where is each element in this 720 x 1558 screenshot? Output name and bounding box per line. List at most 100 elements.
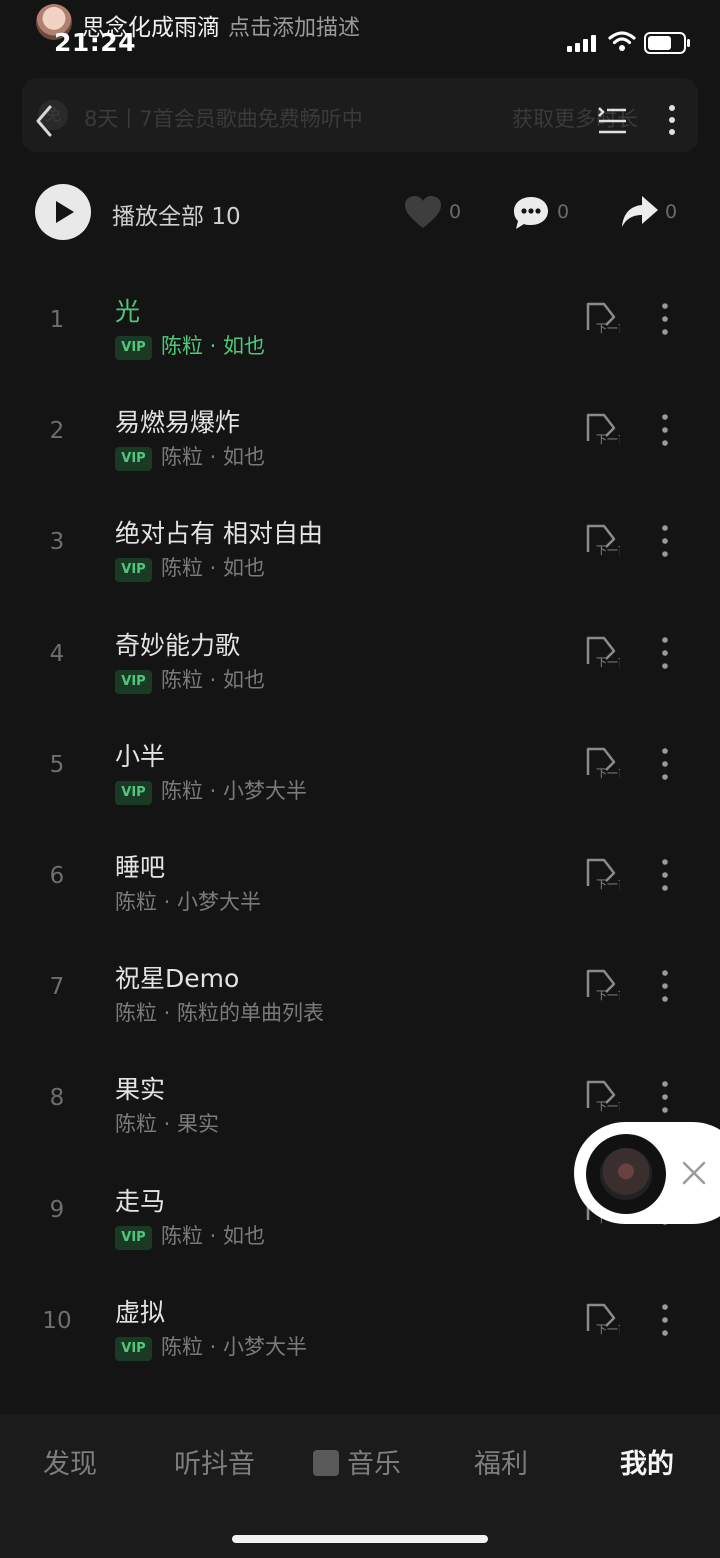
signal-icon bbox=[567, 35, 596, 52]
comment-count: 0 bbox=[557, 201, 570, 223]
tab-music[interactable]: 音乐 bbox=[313, 1442, 401, 1481]
song-row[interactable]: 3 绝对占有 相对自由 VIP 陈粒 · 如也 下一首 bbox=[0, 494, 720, 605]
song-more-icon[interactable] bbox=[660, 969, 670, 1007]
tab-listen-douyin[interactable]: 听抖音 bbox=[174, 1442, 255, 1481]
song-title: 易燃易爆炸 bbox=[115, 408, 241, 438]
song-index: 2 bbox=[49, 418, 65, 445]
svg-text:下一首: 下一首 bbox=[596, 1322, 620, 1335]
song-title: 小半 bbox=[115, 741, 166, 771]
song-row[interactable]: 4 奇妙能力歌 VIP 陈粒 · 如也 下一首 bbox=[0, 606, 720, 717]
vip-badge: VIP bbox=[115, 336, 152, 360]
song-artist-album: 陈粒 · 如也 bbox=[161, 667, 266, 692]
song-artist-album: 陈粒 · 小梦大半 bbox=[161, 1334, 308, 1359]
song-more-icon[interactable] bbox=[660, 524, 670, 562]
song-artist-album: 陈粒 · 如也 bbox=[161, 556, 266, 581]
song-title: 奇妙能力歌 bbox=[115, 630, 241, 660]
play-all-label[interactable]: 播放全部 10 bbox=[112, 197, 241, 231]
song-index: 9 bbox=[49, 1196, 65, 1223]
play-all-button[interactable] bbox=[35, 184, 91, 240]
vip-badge: VIP bbox=[115, 780, 152, 805]
song-artist-album: 陈粒 · 如也 bbox=[161, 1223, 266, 1248]
more-vertical-icon[interactable] bbox=[662, 104, 682, 136]
song-title: 光 bbox=[115, 297, 141, 326]
play-next-icon[interactable]: 下一首 bbox=[584, 411, 629, 449]
song-more-icon[interactable] bbox=[660, 302, 670, 340]
comment-icon[interactable] bbox=[512, 195, 550, 231]
play-next-icon[interactable]: 下一首 bbox=[584, 745, 629, 783]
song-index: 7 bbox=[49, 974, 65, 1001]
song-row[interactable]: 1 光 VIP 陈粒 · 如也 下一首 bbox=[0, 272, 720, 383]
song-artist-album: 陈粒 · 陈粒的单曲列表 bbox=[115, 1001, 325, 1026]
song-title: 走马 bbox=[115, 1186, 166, 1216]
song-row[interactable]: 5 小半 VIP 陈粒 · 小梦大半 下一首 bbox=[0, 717, 720, 828]
song-more-icon[interactable] bbox=[660, 1303, 670, 1341]
song-more-icon[interactable] bbox=[660, 1080, 670, 1118]
song-row[interactable]: 7 祝星Demo 陈粒 · 陈粒的单曲列表 下一首 bbox=[0, 939, 720, 1050]
svg-text:下一首: 下一首 bbox=[596, 877, 620, 890]
song-index: 4 bbox=[49, 640, 65, 667]
status-time: 21:24 bbox=[54, 28, 137, 57]
song-index: 8 bbox=[49, 1085, 65, 1112]
song-row[interactable]: 2 易燃易爆炸 VIP 陈粒 · 如也 下一首 bbox=[0, 383, 720, 494]
song-subtitle: 陈粒 · 小梦大半 bbox=[115, 886, 261, 914]
play-next-icon[interactable]: 下一首 bbox=[584, 856, 629, 894]
wifi-icon bbox=[608, 31, 636, 51]
play-next-icon[interactable]: 下一首 bbox=[584, 1301, 629, 1339]
svg-text:下一首: 下一首 bbox=[596, 1099, 620, 1112]
song-subtitle: VIP 陈粒 · 如也 bbox=[115, 441, 265, 472]
play-icon bbox=[56, 201, 74, 223]
song-row[interactable]: 10 虚拟 VIP 陈粒 · 小梦大半 下一首 bbox=[0, 1273, 720, 1384]
song-artist-album: 陈粒 · 小梦大半 bbox=[161, 778, 308, 803]
song-more-icon[interactable] bbox=[660, 636, 670, 674]
home-indicator[interactable] bbox=[232, 1535, 488, 1543]
song-more-icon[interactable] bbox=[660, 747, 670, 785]
like-count: 0 bbox=[449, 201, 462, 223]
song-subtitle: VIP 陈粒 · 小梦大半 bbox=[115, 1331, 308, 1361]
back-arrow-icon[interactable] bbox=[34, 104, 54, 138]
song-row[interactable]: 6 睡吧陈粒 · 小梦大半 下一首 bbox=[0, 828, 720, 939]
song-title: 果实 bbox=[115, 1075, 166, 1105]
song-index: 6 bbox=[49, 863, 65, 889]
svg-text:下一首: 下一首 bbox=[596, 543, 620, 556]
play-all-count: 10 bbox=[211, 204, 241, 230]
tab-mine[interactable]: 我的 bbox=[620, 1442, 674, 1481]
heart-icon[interactable] bbox=[404, 195, 442, 229]
song-artist-album: 陈粒 · 如也 bbox=[161, 334, 266, 358]
close-icon[interactable] bbox=[681, 1160, 707, 1186]
song-more-icon[interactable] bbox=[660, 858, 670, 896]
vip-badge: VIP bbox=[115, 669, 152, 694]
share-icon[interactable] bbox=[620, 194, 660, 230]
song-title: 虚拟 bbox=[115, 1297, 166, 1327]
now-playing-thumb bbox=[313, 1450, 339, 1476]
tab-discover[interactable]: 发现 bbox=[43, 1442, 97, 1481]
play-next-icon[interactable]: 下一首 bbox=[584, 634, 629, 672]
play-next-icon[interactable]: 下一首 bbox=[584, 967, 629, 1005]
svg-text:下一首: 下一首 bbox=[596, 321, 620, 334]
song-index: 10 bbox=[42, 1307, 72, 1334]
song-more-icon[interactable] bbox=[660, 413, 670, 451]
song-index: 1 bbox=[49, 307, 65, 333]
description-link[interactable]: 点击添加描述 bbox=[228, 16, 360, 41]
svg-text:下一首: 下一首 bbox=[596, 988, 620, 1001]
svg-text:下一首: 下一首 bbox=[596, 655, 620, 668]
list-manage-icon[interactable] bbox=[596, 104, 628, 136]
song-title: 绝对占有 相对自由 bbox=[115, 519, 323, 549]
svg-text:下一首: 下一首 bbox=[596, 432, 620, 445]
vip-badge: VIP bbox=[115, 447, 152, 472]
svg-text:下一首: 下一首 bbox=[596, 766, 620, 779]
song-index: 3 bbox=[49, 529, 65, 556]
play-all-text: 播放全部 bbox=[112, 204, 204, 230]
play-next-icon[interactable]: 下一首 bbox=[584, 522, 629, 560]
song-title: 睡吧 bbox=[115, 853, 166, 882]
battery-icon bbox=[644, 32, 690, 54]
song-subtitle: VIP 陈粒 · 如也 bbox=[115, 330, 266, 360]
song-subtitle: VIP 陈粒 · 小梦大半 bbox=[115, 775, 308, 805]
song-index: 5 bbox=[49, 751, 65, 778]
song-artist-album: 陈粒 · 果实 bbox=[115, 1112, 220, 1137]
song-title: 祝星Demo bbox=[115, 964, 240, 994]
tab-welfare[interactable]: 福利 bbox=[474, 1442, 528, 1481]
play-next-icon[interactable]: 下一首 bbox=[584, 300, 629, 338]
play-next-icon[interactable]: 下一首 bbox=[584, 1078, 629, 1116]
song-subtitle: 陈粒 · 陈粒的单曲列表 bbox=[115, 997, 325, 1026]
vip-badge: VIP bbox=[115, 1336, 152, 1361]
